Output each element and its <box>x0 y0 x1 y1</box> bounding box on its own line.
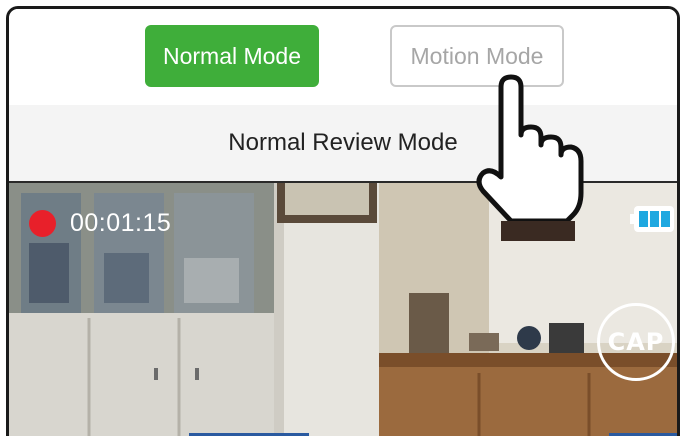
battery-icon <box>630 206 674 232</box>
app-screen: Normal Mode Motion Mode Normal Review Mo… <box>6 6 680 436</box>
recording-time: 00:01:15 <box>70 209 172 237</box>
review-mode-label: Normal Review Mode <box>228 129 458 156</box>
capture-button[interactable]: CAP <box>597 303 675 381</box>
hand-pointer-icon <box>476 74 584 241</box>
recording-indicator: 00:01:15 <box>29 209 171 238</box>
normal-mode-button[interactable]: Normal Mode <box>145 25 319 87</box>
record-dot-icon <box>29 210 56 237</box>
